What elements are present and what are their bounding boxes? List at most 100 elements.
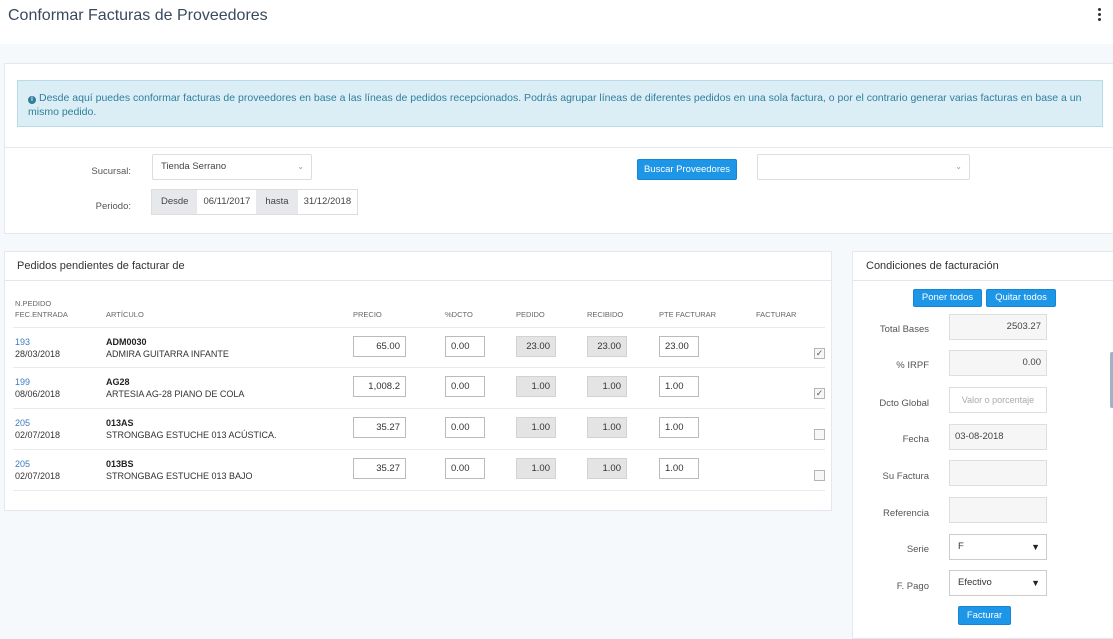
header-recibido: RECIBIDO (587, 310, 624, 319)
fecha-entrada: 02/07/2018 (15, 471, 61, 481)
dcto-global-input[interactable]: Valor o porcentaje (949, 387, 1047, 413)
header-facturar: FACTURAR (756, 310, 797, 319)
fecha-entrada: 28/03/2018 (15, 349, 61, 359)
referencia-input[interactable] (949, 497, 1047, 523)
table-row: 205 02/07/2018 013AS STRONGBAG ESTUCHE 0… (13, 409, 825, 450)
table-row: 199 08/06/2018 AG28 ARTESIA AG-28 PIANO … (13, 368, 825, 409)
dcto-input[interactable]: 0.00 (445, 376, 485, 397)
sucursal-value: Tienda Serrano (161, 161, 227, 172)
articulo-descripcion: ARTESIA AG-28 PIANO DE COLA (106, 389, 245, 399)
pte-facturar-input[interactable]: 1.00 (659, 417, 699, 438)
dcto-input[interactable]: 0.00 (445, 417, 485, 438)
conditions-panel: Condiciones de facturación Poner todos Q… (852, 251, 1113, 639)
pte-facturar-input[interactable]: 1.00 (659, 458, 699, 479)
sucursal-label: Sucursal: (91, 166, 131, 177)
header-pedido: PEDIDO (516, 310, 545, 319)
articulo-codigo: 013AS (106, 418, 134, 428)
facturar-checkbox[interactable]: ✓ (814, 388, 825, 399)
serie-label: Serie (906, 544, 929, 555)
npedido-link[interactable]: 205 (15, 418, 30, 428)
articulo-descripcion: STRONGBAG ESTUCHE 013 ACÚSTICA. (106, 430, 277, 440)
recibido-field: 1.00 (587, 458, 627, 479)
header-dcto: %DCTO (445, 310, 473, 319)
orders-panel: Pedidos pendientes de facturar de N.PEDI… (4, 251, 832, 511)
header-articulo: ARTÍCULO (106, 310, 144, 319)
info-icon: i (28, 96, 36, 104)
facturar-checkbox[interactable] (814, 429, 825, 440)
header-npedido: N.PEDIDO (15, 299, 52, 308)
serie-value: F (958, 541, 964, 552)
facturar-checkbox[interactable]: ✓ (814, 348, 825, 359)
referencia-label: Referencia (883, 508, 929, 519)
su-factura-label: Su Factura (882, 471, 929, 482)
precio-input[interactable]: 35.27 (353, 458, 406, 479)
periodo-label: Periodo: (95, 201, 131, 212)
conditions-title: Condiciones de facturación (853, 252, 1113, 281)
page-title: Conformar Facturas de Proveedores (8, 7, 268, 24)
proveedor-select[interactable]: ⌄ (757, 154, 970, 180)
more-options-icon[interactable] (1097, 8, 1103, 24)
caret-down-icon: ▼ (1031, 542, 1040, 552)
su-factura-input[interactable] (949, 460, 1047, 486)
articulo-descripcion: ADMIRA GUITARRA INFANTE (106, 349, 229, 359)
recibido-field: 23.00 (587, 336, 627, 357)
fecha-entrada: 08/06/2018 (15, 389, 61, 399)
total-bases-label: Total Bases (879, 324, 929, 335)
caret-down-icon: ▼ (1031, 578, 1040, 588)
info-message: Desde aquí puedes conformar facturas de … (28, 92, 1082, 118)
table-row: 205 02/07/2018 013BS STRONGBAG ESTUCHE 0… (13, 450, 825, 491)
articulo-descripcion: STRONGBAG ESTUCHE 013 BAJO (106, 471, 253, 481)
fpago-select[interactable]: Efectivo ▼ (949, 570, 1047, 596)
desde-addon: Desde (152, 190, 198, 214)
hasta-addon: hasta (256, 190, 298, 214)
npedido-link[interactable]: 205 (15, 459, 30, 469)
orders-title: Pedidos pendientes de facturar de (5, 252, 831, 281)
total-bases-field: 2503.27 (949, 314, 1047, 340)
chevron-down-icon: ⌄ (955, 162, 962, 171)
pte-facturar-input[interactable]: 23.00 (659, 336, 699, 357)
fpago-value: Efectivo (958, 577, 992, 588)
precio-input[interactable]: 65.00 (353, 336, 406, 357)
dcto-input[interactable]: 0.00 (445, 336, 485, 357)
sucursal-select[interactable]: Tienda Serrano ⌄ (152, 154, 312, 180)
pte-facturar-input[interactable]: 1.00 (659, 376, 699, 397)
recibido-field: 1.00 (587, 376, 627, 397)
info-panel: i Desde aquí puedes conformar facturas de… (4, 63, 1113, 148)
precio-input[interactable]: 1,008.2 (353, 376, 406, 397)
filters-panel: Sucursal: Tienda Serrano ⌄ Periodo: Desd… (4, 148, 1113, 234)
irpf-label: % IRPF (896, 360, 929, 371)
chevron-down-icon: ⌄ (297, 162, 304, 171)
header-fecentrada: FEC.ENTRADA (15, 310, 68, 319)
header-pte-facturar: PTE FACTURAR (659, 310, 717, 319)
dcto-global-label: Dcto Global (879, 398, 929, 409)
table-row: 193 28/03/2018 ADM0030 ADMIRA GUITARRA I… (13, 327, 825, 368)
periodo-input-group: Desde 06/11/2017 hasta 31/12/2018 (151, 189, 359, 215)
desde-input[interactable]: 06/11/2017 (197, 190, 257, 214)
info-alert: i Desde aquí puedes conformar facturas de… (17, 80, 1103, 127)
pedido-field: 1.00 (516, 458, 556, 479)
serie-select[interactable]: F ▼ (949, 534, 1047, 560)
fecha-entrada: 02/07/2018 (15, 430, 61, 440)
fecha-input[interactable]: 03-08-2018 (949, 424, 1047, 450)
recibido-field: 1.00 (587, 417, 627, 438)
articulo-codigo: ADM0030 (106, 337, 147, 347)
pedido-field: 1.00 (516, 417, 556, 438)
pedido-field: 1.00 (516, 376, 556, 397)
buscar-proveedores-button[interactable]: Buscar Proveedores (637, 159, 737, 180)
dcto-input[interactable]: 0.00 (445, 458, 485, 479)
npedido-link[interactable]: 199 (15, 377, 30, 387)
articulo-codigo: AG28 (106, 377, 130, 387)
poner-todos-button[interactable]: Poner todos (913, 289, 982, 307)
fecha-label: Fecha (902, 434, 929, 445)
quitar-todos-button[interactable]: Quitar todos (986, 289, 1056, 307)
facturar-checkbox[interactable] (814, 470, 825, 481)
precio-input[interactable]: 35.27 (353, 417, 406, 438)
articulo-codigo: 013BS (106, 459, 134, 469)
fpago-label: F. Pago (896, 581, 929, 592)
npedido-link[interactable]: 193 (15, 337, 30, 347)
facturar-button[interactable]: Facturar (958, 606, 1011, 625)
pedido-field: 23.00 (516, 336, 556, 357)
irpf-field: 0.00 (949, 350, 1047, 376)
hasta-input[interactable]: 31/12/2018 (297, 190, 358, 214)
top-bar: Conformar Facturas de Proveedores (0, 0, 1113, 44)
